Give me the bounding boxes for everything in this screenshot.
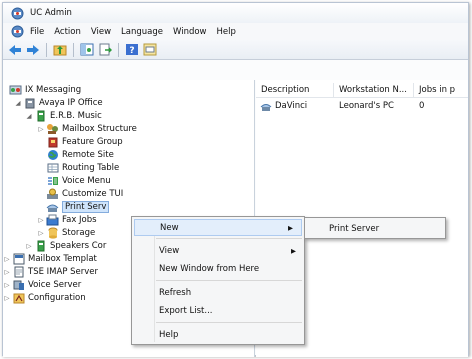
menu-window[interactable]: Window (168, 27, 212, 37)
console-tree-icon[interactable] (79, 42, 95, 58)
tree-node-fax-jobs[interactable]: ▷ Fax Jobs (36, 213, 97, 226)
collapse-triangle-icon[interactable]: ◢ (24, 112, 34, 120)
toolbar-separator (73, 42, 74, 57)
tree-node-avaya-ip-office[interactable]: ◢ Avaya IP Office (13, 96, 103, 109)
submenu-arrow-icon: ▶ (288, 223, 293, 232)
tree-node-speakers-corner[interactable]: ▷ Speakers Cor (24, 239, 106, 252)
context-menu-help[interactable]: Help (132, 326, 304, 343)
list-row[interactable]: DaVinci Leonard's PC 0 (256, 99, 468, 113)
tree-node-routing-table[interactable]: Routing Table (46, 161, 119, 174)
globe-icon (46, 149, 59, 161)
tree-node-voice-menu[interactable]: Voice Menu (46, 174, 111, 187)
expand-triangle-icon[interactable]: ▷ (36, 216, 46, 224)
ix-messaging-icon (9, 84, 22, 96)
feature-group-icon (46, 136, 59, 148)
tree-node-mailbox-template[interactable]: ▷ Mailbox Templat (2, 252, 97, 265)
configuration-icon (12, 292, 25, 304)
app-menu-icon[interactable] (9, 24, 25, 40)
expand-triangle-icon[interactable]: ▷ (2, 255, 12, 263)
export-list-icon[interactable] (97, 42, 113, 58)
expand-triangle-icon[interactable]: ▷ (24, 242, 34, 250)
cell-description: DaVinci (256, 101, 334, 112)
site-icon (34, 110, 47, 122)
tree-node-print-server[interactable]: Print Serv (46, 200, 110, 213)
new-submenu: Print Server (304, 217, 446, 239)
context-menu: New ▶ View ▶ New Window from Here Refres… (131, 216, 305, 345)
customize-icon (46, 188, 59, 200)
expand-triangle-icon[interactable]: ▷ (2, 268, 12, 276)
expand-triangle-icon[interactable]: ▷ (36, 229, 46, 237)
forward-arrow-icon[interactable] (25, 42, 41, 58)
server-icon (12, 279, 25, 291)
voice-menu-icon (46, 175, 59, 187)
up-folder-icon[interactable] (52, 42, 68, 58)
menu-separator (156, 280, 302, 281)
tree-node-configuration[interactable]: ▷ Configuration (2, 291, 86, 304)
imap-server-icon (12, 266, 25, 278)
fax-icon (46, 214, 59, 226)
window-title: UC Admin (30, 8, 72, 18)
menu-separator (156, 322, 302, 323)
context-menu-new[interactable]: New ▶ (134, 219, 302, 236)
tree-node-remote-site[interactable]: Remote Site (46, 148, 114, 161)
expand-triangle-icon[interactable]: ▷ (2, 294, 12, 302)
tree-node-storage[interactable]: ▷ Storage (36, 226, 95, 239)
tree-node-customize-tui[interactable]: Customize TUI (46, 187, 123, 200)
tree-node-voice-server[interactable]: ▷ Voice Server (2, 278, 81, 291)
mailbox-structure-icon (46, 123, 59, 135)
back-arrow-icon[interactable] (7, 42, 23, 58)
row-workstation: Leonard's PC (339, 101, 394, 111)
row-jobs: 0 (419, 101, 425, 111)
properties-icon[interactable] (142, 42, 158, 58)
tree-node-mailbox-structure[interactable]: ▷ Mailbox Structure (36, 122, 137, 135)
tree-node-tse-imap-server[interactable]: ▷ TSE IMAP Server (2, 265, 98, 278)
svg-text:?: ? (129, 46, 134, 56)
toolbar-separator (118, 42, 119, 57)
expand-triangle-icon[interactable]: ▷ (36, 125, 46, 133)
context-menu-export-list[interactable]: Export List... (132, 302, 304, 319)
column-workstation-name[interactable]: Workstation N... (334, 83, 414, 97)
app-window: UC Admin File Action View Language Windo… (2, 2, 469, 357)
menu-action[interactable]: Action (49, 27, 86, 37)
app-icon (9, 5, 25, 21)
menu-file[interactable]: File (25, 27, 49, 37)
menu-language[interactable]: Language (116, 27, 168, 37)
submenu-print-server[interactable]: Print Server (305, 220, 445, 237)
menu-separator (156, 238, 302, 239)
menu-help[interactable]: Help (212, 27, 241, 37)
context-menu-new-window[interactable]: New Window from Here (132, 260, 304, 277)
tree-node-feature-group[interactable]: Feature Group (46, 135, 123, 148)
column-jobs-in-progress[interactable]: Jobs in p (414, 83, 468, 97)
toolbar: ? (3, 40, 468, 60)
list-header: Description Workstation N... Jobs in p (256, 83, 468, 98)
mailbox-template-icon (12, 253, 25, 265)
expand-triangle-icon[interactable]: ▷ (2, 281, 12, 289)
menu-view[interactable]: View (86, 27, 116, 37)
submenu-arrow-icon: ▶ (291, 246, 296, 255)
help-icon[interactable]: ? (124, 42, 140, 58)
menu-gutter (154, 219, 155, 342)
toolbar-separator (46, 42, 47, 57)
print-server-icon (260, 101, 272, 112)
row-description: DaVinci (275, 101, 308, 111)
menu-bar: File Action View Language Window Help (3, 23, 468, 40)
table-icon (46, 162, 59, 174)
tree-node-erb-music[interactable]: ◢ E.R.B. Music (24, 109, 102, 122)
print-server-icon (46, 201, 59, 213)
site-icon (34, 240, 47, 252)
title-bar: UC Admin (3, 3, 468, 23)
collapse-triangle-icon[interactable]: ◢ (13, 99, 23, 107)
context-menu-refresh[interactable]: Refresh (132, 284, 304, 301)
office-icon (23, 97, 36, 109)
tree-node-ix-messaging[interactable]: IX Messaging (9, 83, 81, 96)
storage-icon (46, 227, 59, 239)
column-description[interactable]: Description (256, 83, 334, 97)
context-menu-view[interactable]: View ▶ (132, 242, 304, 259)
